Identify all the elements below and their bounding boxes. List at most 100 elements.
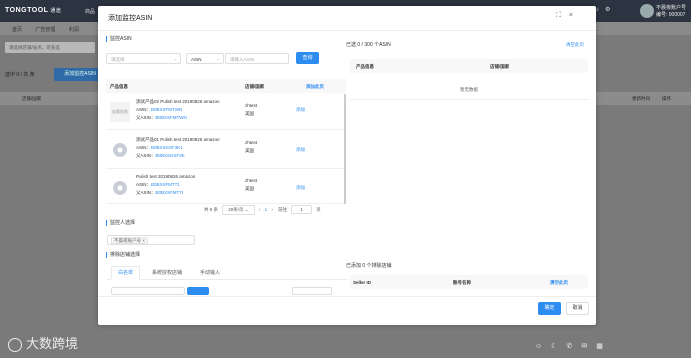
clear-page-link[interactable]: 清空此页 [550, 280, 568, 286]
section-title-monitor: 监控人选择 [106, 220, 135, 226]
section-title-asin: 监控ASIN [106, 36, 132, 42]
col-account-name: 账号名称 [453, 280, 471, 285]
user-info[interactable]: 不晨夜账户号 编号: 000007 [656, 5, 686, 19]
emoji-icon[interactable]: ☺ [535, 343, 551, 350]
store-select[interactable]: 请选择 ⌄ [106, 53, 181, 64]
asin-line: ASIN：B0BXSGSF3K1 [136, 144, 183, 150]
product-info: 测试产品01 Pulish test 20190826 amazon ASIN：… [136, 136, 220, 159]
moon-icon[interactable]: ☾ [551, 343, 566, 350]
right-table-header: 产品信息 店铺/国家 [350, 59, 588, 73]
nav-item-product[interactable]: 商品 [85, 8, 95, 15]
exclude-table-header: Seller ID 账号名称 清空此页 [350, 275, 588, 289]
selected-asin-count: 已选 0 / 300 个ASIN [346, 42, 391, 48]
tab-home[interactable]: 首页 [12, 26, 22, 33]
product-title: 测试产品01 Pulish test 20190826 amazon [136, 137, 220, 142]
divider [98, 30, 596, 31]
user-name: 不晨夜账户号 [656, 5, 687, 11]
scrollbar[interactable] [344, 94, 346, 204]
watermark-icon [8, 337, 22, 352]
settings-icon[interactable]: ⚙ [605, 7, 616, 13]
close-icon[interactable]: × [142, 238, 145, 243]
add-button[interactable]: 添加 [296, 106, 305, 114]
add-button[interactable]: 添加 [296, 146, 305, 154]
parent-asin-link[interactable]: B0BXSGSF3K [156, 153, 185, 158]
modal-title: 添加监控ASIN [108, 15, 153, 22]
chevron-down-icon: ⌄ [173, 56, 177, 61]
parent-asin-link[interactable]: B0BXSFMT7I [156, 190, 184, 195]
add-page-link[interactable]: 添加此页 [306, 84, 324, 90]
selected-count: 选中 0 / 共 条 [5, 72, 35, 78]
asin-link[interactable]: B0BXSGSF3K1 [151, 145, 183, 150]
divider [98, 296, 596, 297]
left-table-header: 产品信息 店铺/国家 添加此页 [106, 79, 346, 93]
chevron-down-icon: ⌄ [216, 56, 220, 61]
product-info: Pulish test 20190826 amazon ASIN：B0BXSFM… [136, 173, 195, 196]
grid-icon[interactable]: ▦ [596, 343, 612, 350]
col-store-country: 店铺/国家 [245, 84, 265, 89]
tab-authorized-stores[interactable]: 系统授权店铺 [152, 269, 182, 276]
goto-label: 前往 [278, 207, 288, 212]
col-product-info: 产品信息 [110, 84, 128, 89]
chat-icon[interactable]: ✉ [581, 343, 596, 350]
whitelist-add-button[interactable] [187, 287, 209, 295]
col-action: 操作 [662, 96, 671, 101]
tab-whitelist[interactable]: 白名单 [111, 266, 141, 280]
excluded-store-count: 已添加 0 个排除店铺 [346, 263, 392, 269]
watermark-logo: 大数跨境 [8, 333, 78, 352]
pagination: 共 8 条 20条/页 ⌄ ‹ 1 › 前往 1 页 [204, 205, 321, 215]
col-update: 更新时间 [632, 96, 650, 101]
clear-page-link[interactable]: 清空此页 [566, 42, 584, 48]
store-filter[interactable]: 请选择店铺/站点、可多选 [5, 42, 95, 53]
store-cell: zhtest 美国 [245, 178, 258, 191]
product-title: Pulish test 20190826 amazon [136, 174, 196, 179]
whitelist-right-control[interactable] [292, 287, 332, 295]
store-cell: zhtest 美国 [245, 103, 258, 116]
col-store-country: 店铺/国家 [490, 64, 510, 69]
next-page[interactable]: › [271, 207, 273, 212]
modal-window-icons: ⛶× [556, 12, 581, 20]
col-store: 店铺/国家 [22, 96, 42, 101]
whitelist-select[interactable] [111, 287, 185, 295]
product-thumbnail [110, 140, 130, 160]
prev-page[interactable]: ‹ [259, 207, 261, 212]
phone-icon[interactable]: ✆ [566, 343, 581, 350]
page-1[interactable]: 1 [265, 207, 268, 212]
search-button[interactable]: 查询 [296, 52, 319, 64]
monitor-select[interactable]: 不晨夜账户号 × [107, 235, 195, 245]
fullscreen-icon[interactable]: ⛶ [556, 12, 569, 19]
parent-asin-link[interactable]: B0BXSFMTWN [156, 115, 187, 120]
product-thumbnail [110, 178, 130, 198]
user-id: 编号: 000007 [656, 12, 686, 18]
search-type-select[interactable]: ASIN ⌄ [186, 53, 224, 64]
add-asin-modal: 添加监控ASIN ⛶× 监控ASIN 请选择 ⌄ ASIN ⌄ 请输入ASIN 查询… [98, 6, 596, 325]
tab-profit[interactable]: 利润 [69, 26, 79, 33]
cancel-button[interactable]: 取消 [566, 302, 589, 315]
page-size-select[interactable]: 20条/页 ⌄ [222, 205, 255, 215]
tab-manual-input[interactable]: 手动输入 [200, 269, 220, 276]
product-thumbnail: 加载失败 [110, 102, 130, 122]
table-row: 加载失败 测试产品02 Pulish test 20190826 amazon … [106, 94, 346, 130]
asin-link[interactable]: B0BXSFMTWN [151, 107, 182, 112]
bottom-icons: ☺☾✆✉▦ [535, 342, 612, 350]
goto-input[interactable]: 1 [291, 205, 312, 214]
store-cell: zhtest 美国 [245, 140, 258, 153]
add-button[interactable]: 添加 [296, 184, 305, 192]
asin-input[interactable]: 请输入ASIN [225, 53, 289, 64]
parent-asin-line: 父ASIN：B0BXSFMT7I [136, 189, 184, 195]
exclude-tabs: 白名单 系统授权店铺 手动输入 [107, 266, 347, 280]
total-count: 共 8 条 [204, 207, 219, 212]
asin-link[interactable]: B0BXSFMT71 [151, 182, 180, 187]
asin-line: ASIN：B0BXSFMTWN [136, 106, 183, 112]
tab-ads[interactable]: 广告管理 [35, 26, 55, 33]
section-title-exclude: 排除店铺选择 [106, 252, 140, 258]
product-title: 测试产品02 Pulish test 20190826 amazon [136, 99, 220, 104]
confirm-button[interactable]: 确定 [538, 302, 561, 315]
bell-icon[interactable]: ♪ [596, 7, 605, 13]
col-seller-id: Seller ID [353, 280, 372, 285]
table-row: 测试产品01 Pulish test 20190826 amazon ASIN：… [106, 131, 346, 169]
parent-asin-line: 父ASIN：B0BXSGSF3K [136, 152, 185, 158]
app-logo: TONGTOOL 通途 [5, 7, 62, 14]
close-icon[interactable]: × [569, 12, 581, 19]
avatar[interactable] [640, 4, 654, 18]
product-info: 测试产品02 Pulish test 20190826 amazon ASIN：… [136, 98, 220, 121]
